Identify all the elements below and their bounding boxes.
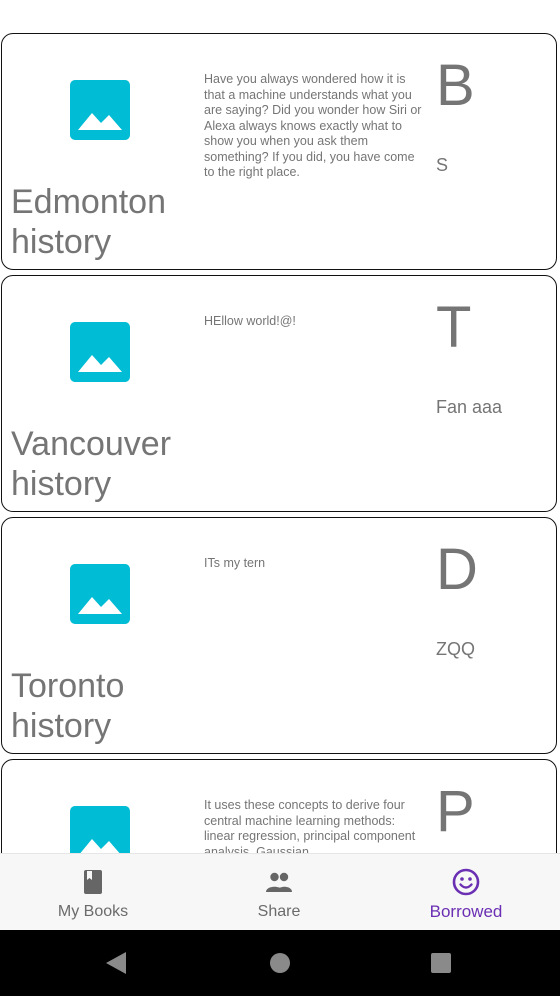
nav-item-my-books[interactable]: My Books [0,854,186,931]
nav-item-borrowed[interactable]: Borrowed [373,854,559,931]
book-icon [84,870,102,894]
image-icon [70,80,130,140]
book-owner: S [436,155,449,175]
book-letter: P [436,779,475,844]
bottom-navigation: My Books Share Borrowed [0,853,560,930]
book-title: Toronto history [11,667,125,745]
book-card[interactable]: Toronto history ITs my tern D ZQQ [1,517,557,754]
recents-square-icon[interactable] [421,930,461,996]
nav-label: Borrowed [429,902,503,921]
back-triangle-icon[interactable] [96,930,136,996]
nav-label: Share [257,903,301,920]
book-card[interactable]: It uses these concepts to derive four ce… [1,759,557,853]
home-circle-icon[interactable] [260,930,300,996]
book-card[interactable]: Edmonton history Have you always wondere… [1,33,557,270]
book-description: HEllow world!@! [204,314,296,328]
book-list[interactable]: Edmonton history Have you always wondere… [0,0,560,853]
book-owner: Fan aaa [436,397,503,417]
book-description: Have you always wondered how it is that … [204,72,422,179]
image-icon [70,322,130,382]
nav-item-share[interactable]: Share [186,854,372,931]
nav-label: My Books [57,903,129,920]
book-title: Vancouver history [11,425,172,503]
book-description: It uses these concepts to derive four ce… [204,798,416,853]
image-icon [70,564,130,624]
book-owner: ZQQ [436,639,475,659]
book-description: ITs my tern [204,556,266,570]
smiley-icon [452,868,480,896]
book-letter: D [436,537,478,602]
book-card[interactable]: Vancouver history HEllow world!@! T Fan … [1,275,557,512]
system-navigation-bar [0,930,560,996]
people-icon [266,872,292,892]
book-letter: T [436,295,472,360]
image-icon [70,806,130,853]
book-letter: B [436,53,475,118]
book-title: Edmonton history [11,183,166,261]
